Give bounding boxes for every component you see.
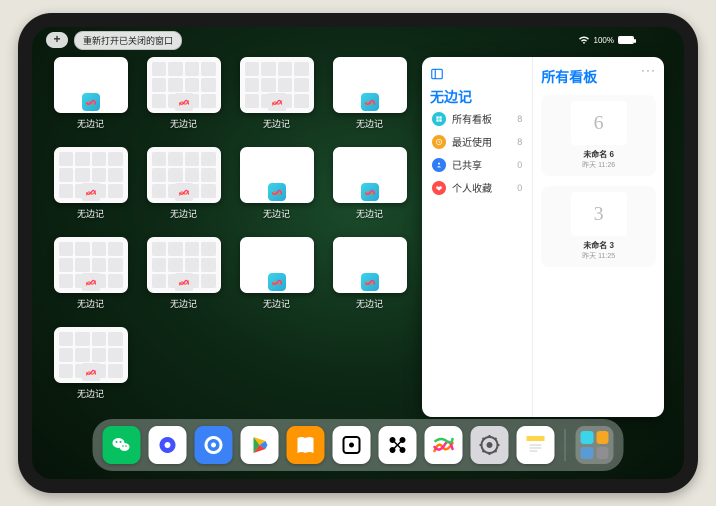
freeform-icon <box>268 183 286 201</box>
freeform-icon <box>82 363 100 381</box>
sidebar-title: 无边记 <box>430 87 524 107</box>
window-thumbnail[interactable]: 无边记 <box>52 237 129 315</box>
sidebar-item[interactable]: 已共享 0 <box>430 153 524 176</box>
freeform-icon <box>175 93 193 111</box>
thumbnail-label: 无边记 <box>170 117 197 130</box>
thumbnail-label: 无边记 <box>356 297 383 310</box>
dock-app-wechat[interactable] <box>103 426 141 464</box>
dock-separator <box>565 429 566 461</box>
freeform-icon <box>361 183 379 201</box>
window-thumbnail[interactable]: 无边记 <box>238 237 315 315</box>
window-thumbnail[interactable]: 无边记 <box>331 57 408 135</box>
battery-percent: 100% <box>594 36 614 45</box>
dock <box>93 419 624 471</box>
window-thumbnail[interactable]: 无边记 <box>52 147 129 225</box>
dock-app-freeform[interactable] <box>425 426 463 464</box>
dock-app-notes[interactable] <box>517 426 555 464</box>
dock-app-settings[interactable] <box>471 426 509 464</box>
sidebar-item-label: 个人收藏 <box>452 180 492 195</box>
freeform-icon <box>361 273 379 291</box>
sidebar-item-icon <box>432 181 446 195</box>
status-indicators: 100% <box>578 36 634 45</box>
freeform-icon <box>82 183 100 201</box>
window-thumbnail[interactable]: 无边记 <box>145 147 222 225</box>
freeform-icon <box>82 273 100 291</box>
sidebar-item[interactable]: 所有看板 8 <box>430 107 524 130</box>
freeform-icon <box>268 93 286 111</box>
board-card[interactable]: 3 未命名 3昨天 11:25 <box>541 186 656 267</box>
thumbnail-label: 无边记 <box>263 207 290 220</box>
app-switcher: 无边记无边记无边记无边记无边记无边记无边记无边记无边记无边记无边记无边记无边记 … <box>52 57 664 417</box>
dock-app-dice[interactable] <box>333 426 371 464</box>
battery-icon <box>618 36 634 44</box>
dock-recent-folder[interactable] <box>576 426 614 464</box>
window-thumbnail[interactable]: 无边记 <box>331 147 408 225</box>
thumbnail-label: 无边记 <box>170 297 197 310</box>
board-preview: 6 <box>571 101 627 145</box>
dock-app-nodes[interactable] <box>379 426 417 464</box>
window-thumbnail[interactable]: 无边记 <box>145 57 222 135</box>
freeform-icon <box>82 93 100 111</box>
sidebar-item-count: 8 <box>517 137 522 147</box>
sidebar-item-count: 0 <box>517 160 522 170</box>
window-thumbnail[interactable]: 无边记 <box>52 57 129 135</box>
sidebar-item-icon <box>432 158 446 172</box>
thumbnail-label: 无边记 <box>263 117 290 130</box>
dock-app-play[interactable] <box>241 426 279 464</box>
wifi-icon <box>578 36 590 45</box>
sidebar-item-icon <box>432 112 446 126</box>
thumbnail-label: 无边记 <box>263 297 290 310</box>
sidebar-item[interactable]: 个人收藏 0 <box>430 176 524 199</box>
window-thumbnail[interactable]: 无边记 <box>52 327 129 405</box>
sidebar-item-icon <box>432 135 446 149</box>
thumbnail-label: 无边记 <box>77 387 104 400</box>
ipad-frame: + 重新打开已关闭的窗口 100% 无边记无边记无边记无边记无边记无边记无边记无… <box>18 13 698 493</box>
screen: + 重新打开已关闭的窗口 100% 无边记无边记无边记无边记无边记无边记无边记无… <box>32 27 684 479</box>
thumbnail-label: 无边记 <box>170 207 197 220</box>
new-window-button[interactable]: + <box>46 32 68 48</box>
thumbnail-label: 无边记 <box>77 117 104 130</box>
freeform-icon <box>361 93 379 111</box>
freeform-app-window[interactable]: 无边记 所有看板8最近使用8已共享0个人收藏0 ··· 所有看板 6未命名 6昨… <box>422 57 664 417</box>
sidebar-item-label: 已共享 <box>452 157 482 172</box>
dock-app-quark[interactable] <box>149 426 187 464</box>
dock-app-books[interactable] <box>287 426 325 464</box>
board-date: 昨天 11:26 <box>582 160 615 170</box>
freeform-icon <box>268 273 286 291</box>
reopen-closed-window-pill[interactable]: 重新打开已关闭的窗口 <box>74 31 182 50</box>
dock-app-browser[interactable] <box>195 426 233 464</box>
board-date: 昨天 11:25 <box>582 251 615 261</box>
freeform-boards-area: ··· 所有看板 6 未命名 6昨天 11:26 3 未命名 3昨天 11:25 <box>533 57 664 417</box>
status-bar: + 重新打开已关闭的窗口 100% <box>32 33 684 47</box>
more-button[interactable]: ··· <box>641 63 656 77</box>
board-preview: 3 <box>571 192 627 236</box>
board-name: 未命名 3 <box>583 240 614 251</box>
board-name: 未命名 6 <box>583 149 614 160</box>
thumbnail-label: 无边记 <box>77 207 104 220</box>
thumbnail-label: 无边记 <box>356 207 383 220</box>
boards-title: 所有看板 <box>541 67 656 87</box>
freeform-icon <box>175 183 193 201</box>
sidebar-item-label: 所有看板 <box>452 111 492 126</box>
thumbnail-label: 无边记 <box>356 117 383 130</box>
window-thumbnail[interactable]: 无边记 <box>238 147 315 225</box>
sidebar-item[interactable]: 最近使用 8 <box>430 130 524 153</box>
sidebar-toggle-icon[interactable] <box>430 67 444 81</box>
window-thumbnail-grid: 无边记无边记无边记无边记无边记无边记无边记无边记无边记无边记无边记无边记无边记 <box>52 57 408 417</box>
thumbnail-label: 无边记 <box>77 297 104 310</box>
freeform-icon <box>175 273 193 291</box>
sidebar-item-count: 0 <box>517 183 522 193</box>
sidebar-item-label: 最近使用 <box>452 134 492 149</box>
sidebar-item-count: 8 <box>517 114 522 124</box>
window-thumbnail[interactable]: 无边记 <box>145 237 222 315</box>
window-thumbnail[interactable]: 无边记 <box>331 237 408 315</box>
freeform-sidebar: 无边记 所有看板 8 最近使用 8 已共享 0 个人收藏 0 <box>422 57 533 417</box>
window-thumbnail[interactable]: 无边记 <box>238 57 315 135</box>
board-card[interactable]: 6 未命名 6昨天 11:26 <box>541 95 656 176</box>
